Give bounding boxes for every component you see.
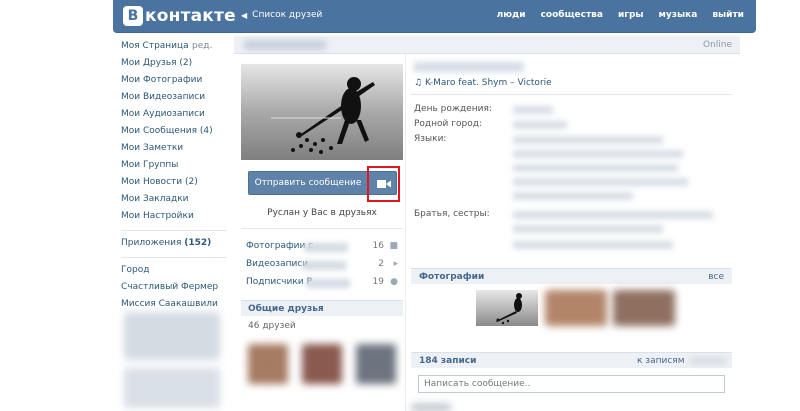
birthday-value-blurred [513,106,553,114]
send-message-button[interactable]: Отправить сообщение [248,171,368,195]
counter-photos[interactable]: Фотографии с 16 ■ [246,241,398,254]
chevron-left-icon: ◀ [241,10,248,20]
siblings-value-blurred [513,241,673,249]
sidebar-item-bookmarks[interactable]: Мои Закладки [121,191,227,208]
app-gorod[interactable]: Город [121,262,227,279]
counter-value: 16 [372,241,384,251]
divider [241,228,403,229]
languages-label: Языки: [414,134,447,144]
wall-link-blurred [690,357,726,365]
languages-value-blurred [513,164,678,172]
logo-mark: В [123,6,143,26]
mutual-friends-title: Общие друзья [248,304,324,314]
friend-avatar-blurred[interactable] [356,344,396,384]
counter-label: Видеозаписи [246,259,309,269]
nav-communities[interactable]: сообщества [541,10,603,20]
languages-value-blurred [513,192,633,200]
camera-icon: ■ [389,241,398,251]
back-link-label: Список друзей [252,10,323,20]
wall-post-input[interactable]: Написать сообщение.. [418,375,725,393]
vk-logo[interactable]: В контакте [123,5,236,27]
status-blurred [414,62,524,72]
top-nav: люди сообщества игры музыка выйти [497,10,756,20]
profile-avatar[interactable] [241,64,403,160]
nav-games[interactable]: игры [618,10,644,20]
friend-avatar-blurred[interactable] [248,344,288,384]
people-icon: ● [390,277,398,287]
app-happy-farmer[interactable]: Счастливый Фермер [121,279,227,296]
back-to-friends-link[interactable]: ◀ Список друзей [241,10,322,20]
photos-title: Фотографии [419,272,485,282]
blurred-name [306,279,350,288]
sidebar-item-apps[interactable]: Приложения (152) [121,235,227,252]
logo-text: контакте [145,6,236,26]
online-status: Online [702,40,732,50]
friend-avatar-blurred[interactable] [302,344,342,384]
wall-header[interactable]: 184 записи к записям [411,352,732,368]
sidebar-item-videos[interactable]: Мои Видеозаписи [121,89,227,106]
counter-followers[interactable]: Подписчики Р 19 ● [246,277,398,290]
counter-value: 19 [372,277,384,287]
friend-status-text: Руслан у Вас в друзьях [267,208,377,218]
photo-thumb[interactable] [476,290,538,326]
sidebar-item-notes[interactable]: Мои Заметки [121,140,227,157]
sidebar-divider [121,257,227,258]
audio-status[interactable]: ♫ K-Maro feat. Shym – Victorie [414,78,552,88]
sidebar-item-audio[interactable]: Мои Аудиозаписи [121,106,227,123]
photos-header[interactable]: Фотографии все [411,268,732,284]
nav-music[interactable]: музыка [659,10,698,20]
sidebar-item-news[interactable]: Мои Новости (2) [121,174,227,191]
sidebar-item-settings[interactable]: Мои Настройки [121,208,227,225]
nav-people[interactable]: люди [497,10,526,20]
profile-name-bar: Online [234,36,740,54]
to-posts-link[interactable]: к записям [637,356,684,366]
sidebar-item-groups[interactable]: Мои Группы [121,157,227,174]
blurred-ad[interactable] [124,312,220,360]
photo-thumb-blurred[interactable] [613,290,675,326]
languages-value-blurred [513,178,688,186]
profile-name-blurred [244,40,326,50]
mutual-friends-header[interactable]: Общие друзья [241,300,403,316]
music-note-icon: ♫ [414,78,425,88]
photo-thumb-blurred[interactable] [545,290,607,326]
sidebar-item-photos[interactable]: Мои Фотографии [121,72,227,89]
wall-post-avatar-blurred[interactable] [411,404,451,411]
photos-all-link[interactable]: все [708,272,724,282]
sidebar: Моя Страница ред. Мои Друзья (2) Мои Фот… [121,38,227,313]
sidebar-divider [121,230,227,231]
apps-label: Приложения [121,238,182,248]
video-icon: ▸ [393,259,398,269]
siblings-value-blurred [513,225,663,233]
wall-count: 184 записи [419,356,477,366]
hometown-label: Родной город: [414,119,482,129]
birthday-label: День рождения: [414,104,492,114]
sidebar-item-my-page[interactable]: Моя Страница ред. [121,38,227,55]
counter-videos[interactable]: Видеозаписи 2 ▸ [246,259,398,272]
siblings-label: Братья, сестры: [414,209,490,219]
photo-illustration [496,293,522,325]
edit-link[interactable]: ред. [192,38,212,55]
audio-status-text: K-Maro feat. Shym – Victorie [424,78,552,88]
highlight-box [367,166,400,202]
blurred-name [304,243,348,252]
column-divider [405,54,406,411]
nav-logout[interactable]: выйти [712,10,744,20]
sidebar-item-friends[interactable]: Мои Друзья (2) [121,55,227,72]
divider [411,94,732,95]
counter-value: 2 [378,259,384,269]
counter-label: Подписчики Р [246,277,312,287]
apps-count: (152) [184,238,212,248]
mutual-friends-count: 46 друзей [248,321,296,331]
sidebar-item-label: Моя Страница [121,41,189,51]
blurred-ad[interactable] [124,368,220,408]
siblings-value-blurred [513,211,713,219]
blurred-name [302,261,346,270]
languages-value-blurred [513,136,663,144]
app-saakashvili-mission[interactable]: Миссия Саакашвили [121,296,227,313]
sidebar-item-messages[interactable]: Мои Сообщения (4) [121,123,227,140]
avatar-illustration [271,77,375,154]
hometown-value-blurred [513,121,567,129]
top-header: В контакте ◀ Список друзей люди сообщест… [113,0,756,33]
languages-value-blurred [513,150,683,158]
